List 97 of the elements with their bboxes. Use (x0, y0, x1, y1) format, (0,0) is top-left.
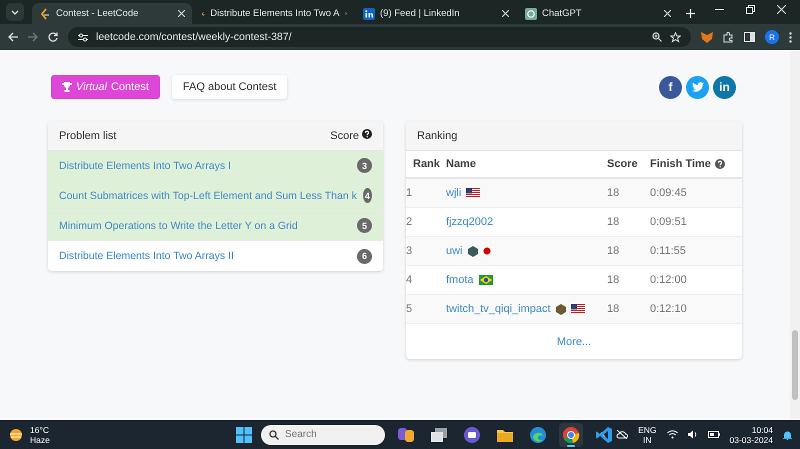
score-cell: 18 (607, 245, 620, 257)
zoom-icon[interactable] (652, 32, 662, 42)
clock-time[interactable]: 10:04 (752, 424, 773, 434)
browser-tab[interactable]: Contest - LeetCode (32, 3, 192, 24)
linkedin-share-button[interactable]: in (713, 76, 736, 98)
problem-link[interactable]: Distribute Elements Into Two Arrays I (59, 160, 351, 172)
weather-text: Haze (30, 434, 50, 444)
speaker-icon[interactable] (688, 430, 698, 439)
bird-icon (692, 82, 704, 92)
address-bar[interactable]: leetcode.com/contest/weekly-contest-387/ (68, 27, 691, 47)
restore-icon[interactable] (746, 4, 755, 14)
tab-favicon-icon (525, 8, 537, 20)
browser-tab[interactable]: ChatGPT (518, 3, 678, 24)
back-arrow-icon[interactable] (8, 32, 18, 42)
battery-icon[interactable] (708, 431, 720, 438)
tab-search-button[interactable] (6, 3, 24, 21)
clock-date[interactable]: 03-03-2024 (730, 434, 773, 444)
facebook-share-button[interactable]: f (659, 76, 682, 98)
menu-icon[interactable] (789, 32, 792, 42)
column-header: Score (607, 158, 638, 170)
problem-link[interactable]: Distribute Elements Into Two Arrays II (59, 250, 351, 262)
score-cell: 18 (607, 303, 620, 315)
temperature-text: 16°C (30, 424, 49, 434)
close-icon[interactable] (502, 10, 509, 17)
problem-row[interactable]: Count Submatrices with Top-Left Element and Sum Less Than k 4 (48, 181, 383, 211)
problem-link[interactable]: Count Submatrices with Top-Left Element and Sum Less Than k (59, 190, 357, 202)
faq-button[interactable]: FAQ about Contest (172, 75, 288, 99)
wifi-icon[interactable] (666, 430, 678, 439)
score-badge: 5 (357, 218, 372, 233)
language-text[interactable]: ENG (638, 424, 657, 434)
cloud-off-icon[interactable] (616, 430, 628, 439)
problem-link[interactable]: Minimum Operations to Write the Letter Y on a Grid (59, 220, 351, 232)
rank-cell: 5 (406, 303, 412, 315)
bell-icon[interactable] (783, 430, 792, 440)
score-badge: 3 (357, 158, 372, 173)
flag-icon (570, 304, 585, 314)
side-panel-icon[interactable] (744, 32, 755, 42)
rank-cell: 3 (406, 245, 412, 257)
column-header: Rank (413, 158, 440, 170)
card-title: Ranking (417, 130, 458, 142)
star-icon[interactable] (670, 32, 681, 42)
user-link[interactable]: uwi (446, 245, 463, 257)
sun-haze-icon[interactable] (8, 428, 24, 442)
trophy-icon (62, 82, 72, 92)
browser-tab[interactable]: (9) Feed | LinkedIn (356, 3, 516, 24)
score-badge: 4 (362, 188, 372, 203)
browser-tab[interactable]: Distribute Elements Into Two A (194, 3, 354, 24)
site-settings-icon[interactable] (78, 32, 88, 42)
tab-favicon-icon (39, 8, 51, 20)
finish-time-cell: 0:09:51 (650, 216, 687, 228)
help-icon[interactable] (714, 159, 725, 169)
score-badge: 6 (357, 248, 372, 264)
close-icon[interactable] (178, 10, 185, 17)
reload-icon[interactable] (48, 32, 58, 42)
column-header: Name (446, 158, 476, 170)
finish-time-cell: 0:12:00 (650, 274, 687, 286)
problem-row[interactable]: Distribute Elements Into Two Arrays I 3 (48, 151, 383, 181)
help-icon[interactable] (362, 129, 372, 139)
score-cell: 18 (607, 216, 620, 228)
twitter-share-button[interactable] (686, 76, 709, 98)
rank-cell: 1 (406, 187, 412, 199)
region-text[interactable]: IN (643, 434, 652, 444)
chevron-up-icon[interactable] (597, 432, 606, 438)
column-header: Finish Time (650, 158, 711, 170)
problem-row[interactable]: Distribute Elements Into Two Arrays II 6 (48, 241, 383, 271)
more-link[interactable]: More... (556, 336, 592, 348)
hexagon-icon (556, 304, 566, 314)
tab-favicon-icon (363, 8, 375, 20)
scrollbar[interactable] (790, 50, 800, 420)
score-cell: 18 (607, 274, 620, 286)
fox-extension-icon[interactable] (701, 32, 713, 42)
rank-cell: 4 (406, 274, 412, 286)
puzzle-icon[interactable] (723, 32, 734, 42)
column-header: Score (330, 130, 359, 142)
close-icon[interactable] (777, 4, 786, 14)
rank-cell: 2 (406, 216, 412, 228)
hexagon-icon (468, 246, 478, 256)
windows-start-icon[interactable] (236, 426, 252, 442)
profile-avatar[interactable]: R (765, 30, 779, 44)
user-link[interactable]: fmota (446, 274, 474, 286)
chevron-down-icon (11, 10, 19, 14)
user-link[interactable]: wjli (446, 187, 462, 199)
finish-time-cell: 0:09:45 (650, 187, 687, 199)
virtual-contest-button[interactable]: Virtual Contest (51, 75, 160, 99)
problem-row[interactable]: Minimum Operations to Write the Letter Y on a Grid 5 (48, 211, 383, 241)
forward-arrow-icon[interactable] (28, 32, 38, 42)
finish-time-cell: 0:11:55 (650, 245, 686, 257)
dot-icon (482, 247, 491, 255)
score-cell: 18 (607, 187, 620, 199)
finish-time-cell: 0:12:10 (650, 303, 687, 315)
card-title: Problem list (59, 130, 118, 142)
flag-icon (466, 188, 480, 198)
close-icon[interactable] (664, 10, 671, 17)
flag-icon (478, 275, 493, 285)
new-tab-icon[interactable] (686, 9, 695, 18)
taskbar-search-field[interactable]: Search (261, 424, 385, 444)
user-link[interactable]: fjzzq2002 (446, 216, 494, 228)
